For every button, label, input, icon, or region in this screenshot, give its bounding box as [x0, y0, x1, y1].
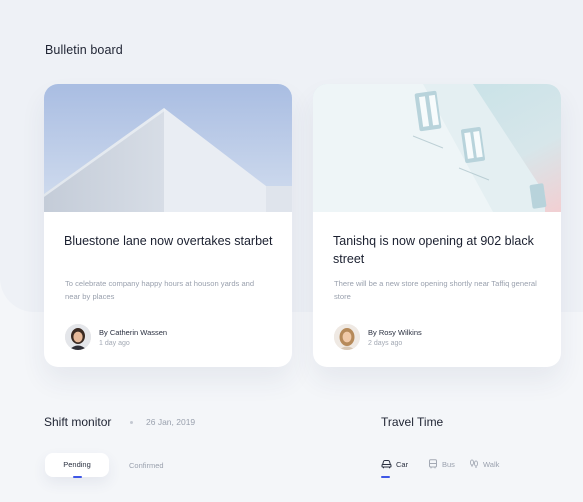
card-image-building [44, 84, 292, 212]
travel-mode-walk[interactable]: Walk [469, 459, 499, 469]
car-icon [381, 459, 392, 469]
card-description: To celebrate company happy hours at hous… [65, 279, 255, 301]
tab-confirmed[interactable]: Confirmed [129, 461, 164, 470]
separator-dot [130, 421, 133, 424]
travel-mode-label: Bus [442, 459, 455, 469]
author-name: By Catherin Wassen [99, 328, 168, 337]
avatar [65, 324, 91, 350]
dashboard-page: Bulletin board Bluestone lane now overta… [0, 0, 583, 502]
shift-monitor-title: Shift monitor [44, 415, 112, 429]
card-description: There will be a new store opening shortl… [334, 279, 537, 301]
travel-mode-bus[interactable]: Bus [428, 459, 455, 469]
post-time: 1 day ago [99, 340, 130, 347]
tab-pending[interactable]: Pending [45, 453, 109, 477]
shift-date: 26 Jan, 2019 [146, 417, 196, 427]
card-title[interactable]: Tanishq is now opening at 902 black stre… [333, 232, 548, 268]
bulletin-card-tanishq[interactable]: Tanishq is now opening at 902 black stre… [313, 84, 561, 367]
travel-time-title: Travel Time [381, 415, 444, 429]
active-tab-indicator [73, 476, 82, 478]
bus-icon [428, 459, 438, 469]
travel-mode-label: Walk [483, 459, 500, 469]
bulletin-card-bluestone[interactable]: Bluestone lane now overtakes starbet To … [44, 84, 292, 367]
footprints-icon [469, 459, 479, 469]
active-mode-indicator [381, 476, 390, 478]
card-image-windows [313, 84, 561, 212]
avatar [334, 324, 360, 350]
travel-mode-label: Car [396, 459, 409, 469]
bulletin-board-title: Bulletin board [45, 43, 123, 57]
travel-mode-car[interactable]: Car [381, 459, 408, 469]
author-name: By Rosy Wilkins [368, 328, 422, 337]
card-title[interactable]: Bluestone lane now overtakes starbet [64, 232, 279, 250]
post-time: 2 days ago [368, 340, 403, 347]
